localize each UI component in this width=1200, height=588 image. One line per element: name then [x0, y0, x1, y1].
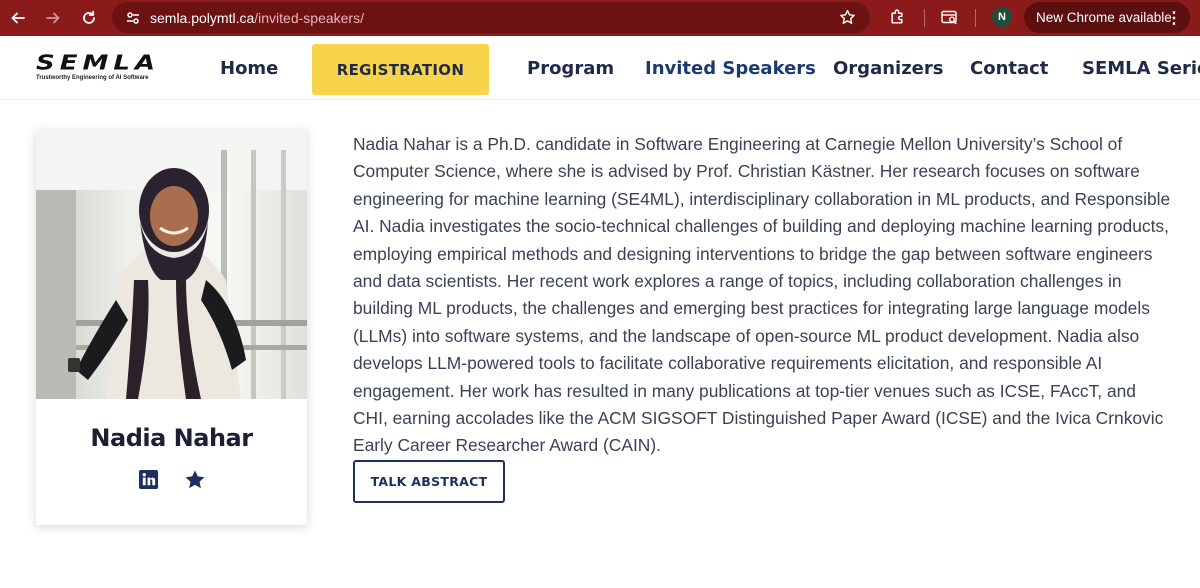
- url-path: /invited-speakers/: [254, 9, 364, 26]
- toolbar-divider: [924, 9, 925, 27]
- nav-organizers[interactable]: Organizers: [833, 58, 943, 79]
- speaker-card: Nadia Nahar: [36, 130, 307, 525]
- speaker-name: Nadia Nahar: [90, 424, 253, 452]
- semla-logo[interactable]: SEMLA Trustworthy Engineering of AI Soft…: [36, 51, 166, 86]
- browser-toolbar: semla.polymtl.ca/invited-speakers/ N New…: [0, 0, 1200, 36]
- kebab-menu-icon[interactable]: ⋮: [1166, 8, 1182, 28]
- profile-avatar[interactable]: N: [992, 7, 1012, 27]
- extensions-icon[interactable]: [887, 7, 907, 27]
- chrome-update-button[interactable]: New Chrome available ⋮: [1024, 2, 1190, 33]
- url-host: semla.polymtl.ca: [150, 9, 255, 26]
- toolbar-divider: [975, 9, 976, 27]
- bookmark-star-icon[interactable]: [839, 9, 856, 26]
- update-label: New Chrome available: [1036, 10, 1172, 25]
- nav-contact[interactable]: Contact: [970, 58, 1048, 79]
- logo-tagline: Trustworthy Engineering of AI Software: [36, 75, 149, 81]
- site-settings-icon[interactable]: [122, 7, 144, 29]
- nav-home[interactable]: Home: [220, 58, 278, 79]
- talk-abstract-button[interactable]: TALK ABSTRACT: [353, 460, 505, 503]
- speaker-bio: Nadia Nahar is a Ph.D. candidate in Soft…: [353, 134, 1171, 456]
- nav-program[interactable]: Program: [527, 58, 614, 79]
- site-header: SEMLA Trustworthy Engineering of AI Soft…: [0, 36, 1200, 100]
- logo-wordmark: SEMLA: [36, 51, 161, 76]
- reload-icon[interactable]: [72, 2, 106, 34]
- nav-invited-speakers[interactable]: Invited Speakers: [645, 58, 816, 79]
- nav-semla-series[interactable]: SEMLA Series: [1082, 58, 1200, 79]
- linkedin-icon[interactable]: [137, 468, 159, 490]
- registration-button[interactable]: REGISTRATION: [312, 44, 489, 95]
- speaker-photo: [36, 130, 307, 399]
- back-arrow-icon[interactable]: [1, 2, 35, 34]
- tab-search-icon[interactable]: [940, 7, 960, 27]
- star-icon[interactable]: [184, 468, 206, 490]
- address-bar[interactable]: semla.polymtl.ca/invited-speakers/: [112, 2, 870, 33]
- forward-arrow-icon[interactable]: [36, 2, 70, 34]
